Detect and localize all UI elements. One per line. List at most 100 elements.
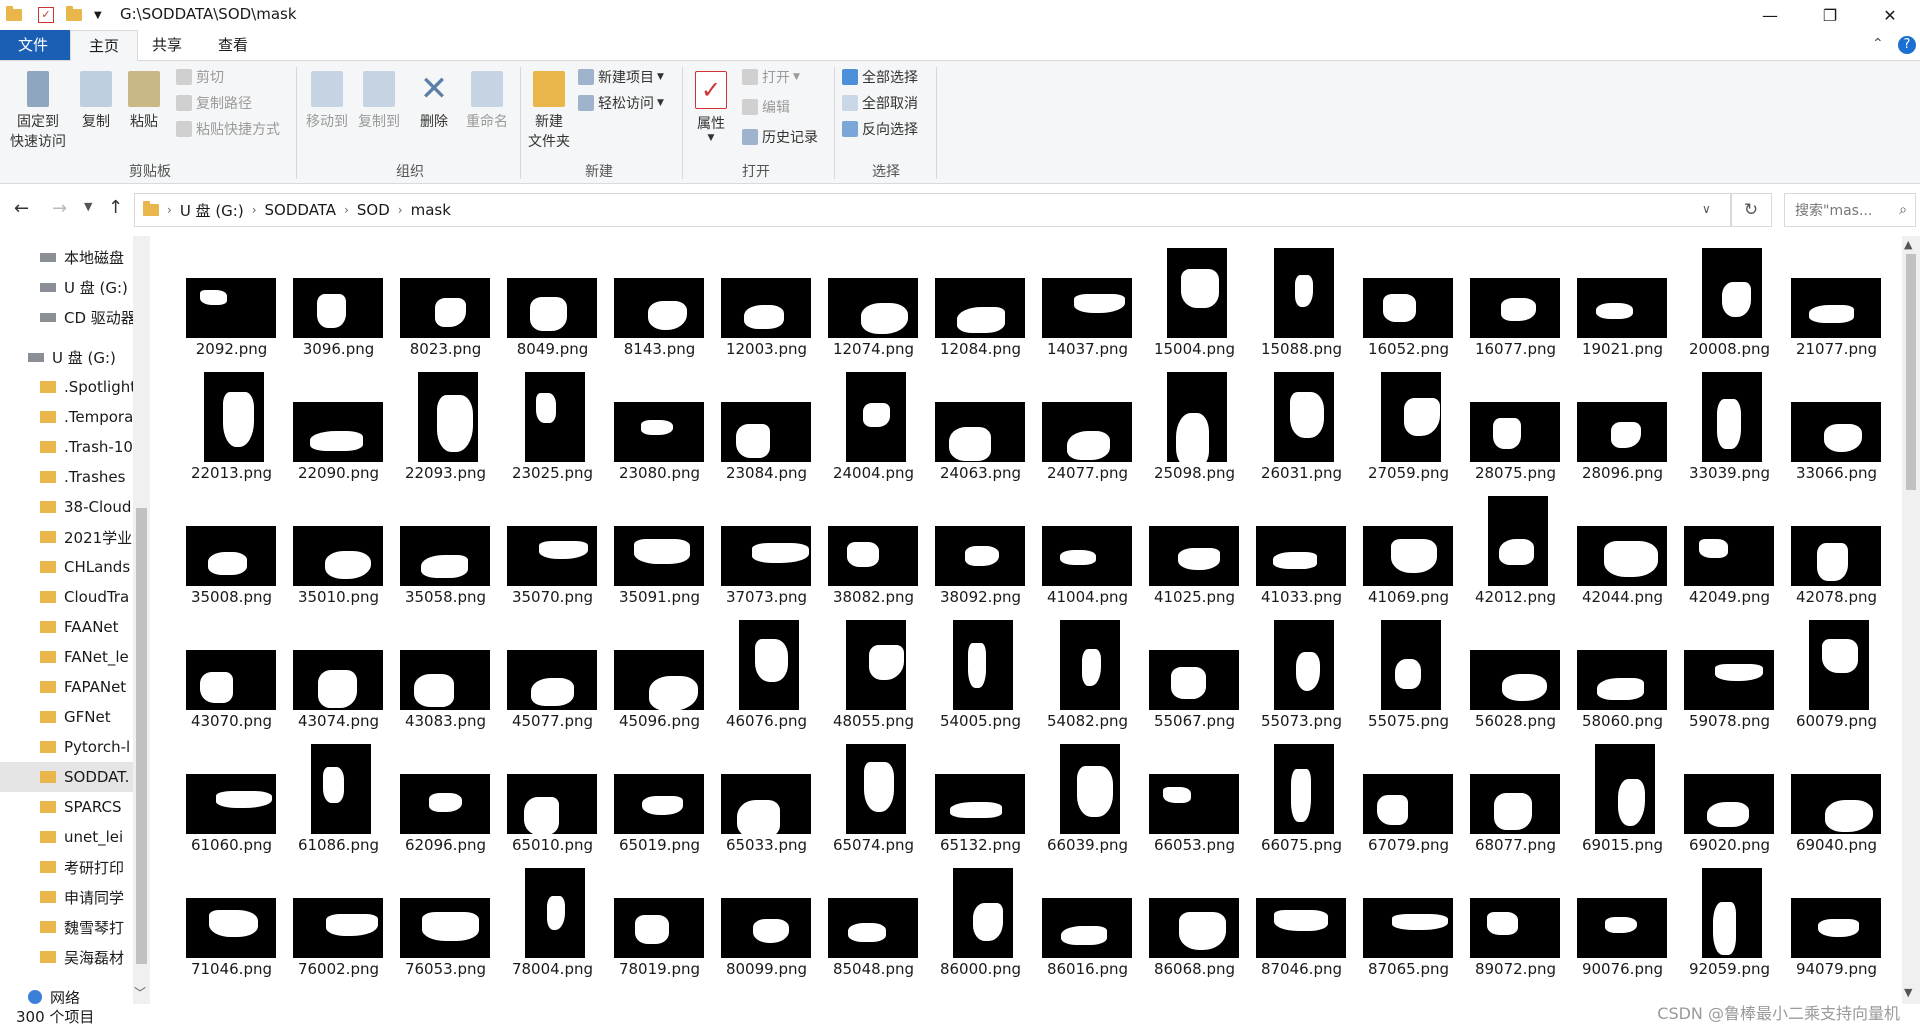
close-button[interactable]: ✕ — [1860, 0, 1920, 30]
file-item[interactable]: 67079.png — [1355, 732, 1462, 854]
open-button[interactable]: 打开 ▼ — [742, 65, 800, 89]
file-item[interactable]: 42078.png — [1783, 484, 1890, 606]
file-item[interactable]: 23025.png — [499, 360, 606, 482]
file-item[interactable]: 21077.png — [1783, 236, 1890, 358]
forward-arrow-icon[interactable]: → — [52, 198, 67, 219]
folder-icon[interactable] — [6, 6, 22, 21]
new-item-button[interactable]: 新建项目 ▼ — [578, 65, 664, 89]
file-item[interactable]: 69015.png — [1569, 732, 1676, 854]
help-icon[interactable]: ? — [1898, 36, 1916, 54]
file-item[interactable]: 69040.png — [1783, 732, 1890, 854]
file-item[interactable]: 46076.png — [713, 608, 820, 730]
file-item[interactable]: 65010.png — [499, 732, 606, 854]
file-item[interactable]: 12084.png — [927, 236, 1034, 358]
easy-access-button[interactable]: 轻松访问 ▼ — [578, 91, 664, 115]
file-item[interactable]: 35008.png — [178, 484, 285, 606]
file-item[interactable]: 66075.png — [1248, 732, 1355, 854]
file-item[interactable]: 43074.png — [285, 608, 392, 730]
file-item[interactable]: 86016.png — [1034, 856, 1141, 978]
file-item[interactable]: 8049.png — [499, 236, 606, 358]
qat-dropdown-icon[interactable]: ▼ — [94, 10, 102, 21]
file-item[interactable]: 48055.png — [820, 608, 927, 730]
file-item[interactable]: 60079.png — [1783, 608, 1890, 730]
copy-path-button[interactable]: 复制路径 — [176, 91, 252, 115]
file-item[interactable]: 22013.png — [178, 360, 285, 482]
rename-button[interactable]: 重命名 — [462, 71, 512, 131]
file-item[interactable]: 23080.png — [606, 360, 713, 482]
new-folder-icon[interactable] — [66, 6, 82, 21]
content-scroll-up-icon[interactable]: ▲ — [1904, 238, 1912, 251]
file-item[interactable]: 62096.png — [392, 732, 499, 854]
file-item[interactable]: 85048.png — [820, 856, 927, 978]
file-item[interactable]: 14037.png — [1034, 236, 1141, 358]
file-item[interactable]: 35070.png — [499, 484, 606, 606]
file-item[interactable]: 71046.png — [178, 856, 285, 978]
refresh-icon[interactable]: ↻ — [1730, 193, 1772, 227]
sidebar-item[interactable]: FANet_le — [0, 642, 150, 672]
file-item[interactable]: 42012.png — [1462, 484, 1569, 606]
file-item[interactable]: 59078.png — [1676, 608, 1783, 730]
file-item[interactable]: 43070.png — [178, 608, 285, 730]
sidebar-item[interactable]: .Trash-10 — [0, 432, 150, 462]
file-item[interactable]: 28075.png — [1462, 360, 1569, 482]
file-item[interactable]: 61060.png — [178, 732, 285, 854]
sidebar-item[interactable]: U 盘 (G:) — [0, 342, 150, 372]
invert-selection-button[interactable]: 反向选择 — [842, 117, 918, 141]
file-item[interactable]: 92059.png — [1676, 856, 1783, 978]
file-item[interactable]: 54082.png — [1034, 608, 1141, 730]
file-item[interactable]: 94079.png — [1783, 856, 1890, 978]
file-item[interactable]: 35058.png — [392, 484, 499, 606]
file-item[interactable]: 8023.png — [392, 236, 499, 358]
file-item[interactable]: 38092.png — [927, 484, 1034, 606]
sidebar-item[interactable]: CHLands — [0, 552, 150, 582]
content-scroll-thumb[interactable] — [1906, 254, 1916, 490]
tab-home[interactable]: 主页 — [70, 30, 139, 61]
tab-view[interactable]: 查看 — [200, 30, 266, 60]
file-item[interactable]: 43083.png — [392, 608, 499, 730]
file-item[interactable]: 87046.png — [1248, 856, 1355, 978]
file-item[interactable]: 41033.png — [1248, 484, 1355, 606]
maximize-button[interactable]: ❐ — [1800, 0, 1860, 30]
search-input[interactable]: 搜索"mas... ⌕ — [1784, 193, 1916, 227]
breadcrumb-sod[interactable]: SOD — [357, 201, 390, 219]
file-item[interactable]: 37073.png — [713, 484, 820, 606]
sidebar-item[interactable]: Pytorch-l — [0, 732, 150, 762]
up-arrow-icon[interactable]: ↑ — [108, 197, 123, 218]
file-item[interactable]: 15088.png — [1248, 236, 1355, 358]
file-item[interactable]: 45096.png — [606, 608, 713, 730]
copy-button[interactable]: 复制 — [76, 71, 116, 131]
file-item[interactable]: 55073.png — [1248, 608, 1355, 730]
sidebar-scroll-down-icon[interactable]: ﹀ — [134, 984, 146, 1001]
paste-button[interactable]: 粘贴 — [124, 71, 164, 131]
sidebar-item[interactable]: SODDAT. — [0, 762, 150, 792]
file-item[interactable]: 78019.png — [606, 856, 713, 978]
file-item[interactable]: 3096.png — [285, 236, 392, 358]
file-item[interactable]: 22090.png — [285, 360, 392, 482]
file-item[interactable]: 76002.png — [285, 856, 392, 978]
file-item[interactable]: 56028.png — [1462, 608, 1569, 730]
file-item[interactable]: 2092.png — [178, 236, 285, 358]
sidebar-item[interactable]: 2021学业 — [0, 522, 150, 552]
file-item[interactable]: 41004.png — [1034, 484, 1141, 606]
sidebar-item[interactable]: .Trashes — [0, 462, 150, 492]
file-item[interactable]: 41025.png — [1141, 484, 1248, 606]
select-none-button[interactable]: 全部取消 — [842, 91, 918, 115]
copy-to-button[interactable]: 复制到 — [354, 71, 404, 131]
file-item[interactable]: 61086.png — [285, 732, 392, 854]
file-item[interactable]: 12074.png — [820, 236, 927, 358]
file-item[interactable]: 87065.png — [1355, 856, 1462, 978]
paste-shortcut-button[interactable]: 粘贴快捷方式 — [176, 117, 280, 141]
file-item[interactable]: 66039.png — [1034, 732, 1141, 854]
file-item[interactable]: 65074.png — [820, 732, 927, 854]
collapse-ribbon-icon[interactable]: ⌃ — [1872, 36, 1884, 52]
history-button[interactable]: 历史记录 — [742, 125, 818, 149]
sidebar-item[interactable]: 38-Cloud — [0, 492, 150, 522]
file-item[interactable]: 55075.png — [1355, 608, 1462, 730]
content-scroll-down-icon[interactable]: ▼ — [1904, 986, 1912, 999]
sidebar-item[interactable]: SPARCS — [0, 792, 150, 822]
file-item[interactable]: 19021.png — [1569, 236, 1676, 358]
sidebar-item[interactable]: U 盘 (G:) — [0, 272, 150, 302]
breadcrumb-mask[interactable]: mask — [411, 201, 451, 219]
minimize-button[interactable]: — — [1740, 0, 1800, 30]
address-dropdown-icon[interactable]: ∨ — [1702, 202, 1711, 216]
